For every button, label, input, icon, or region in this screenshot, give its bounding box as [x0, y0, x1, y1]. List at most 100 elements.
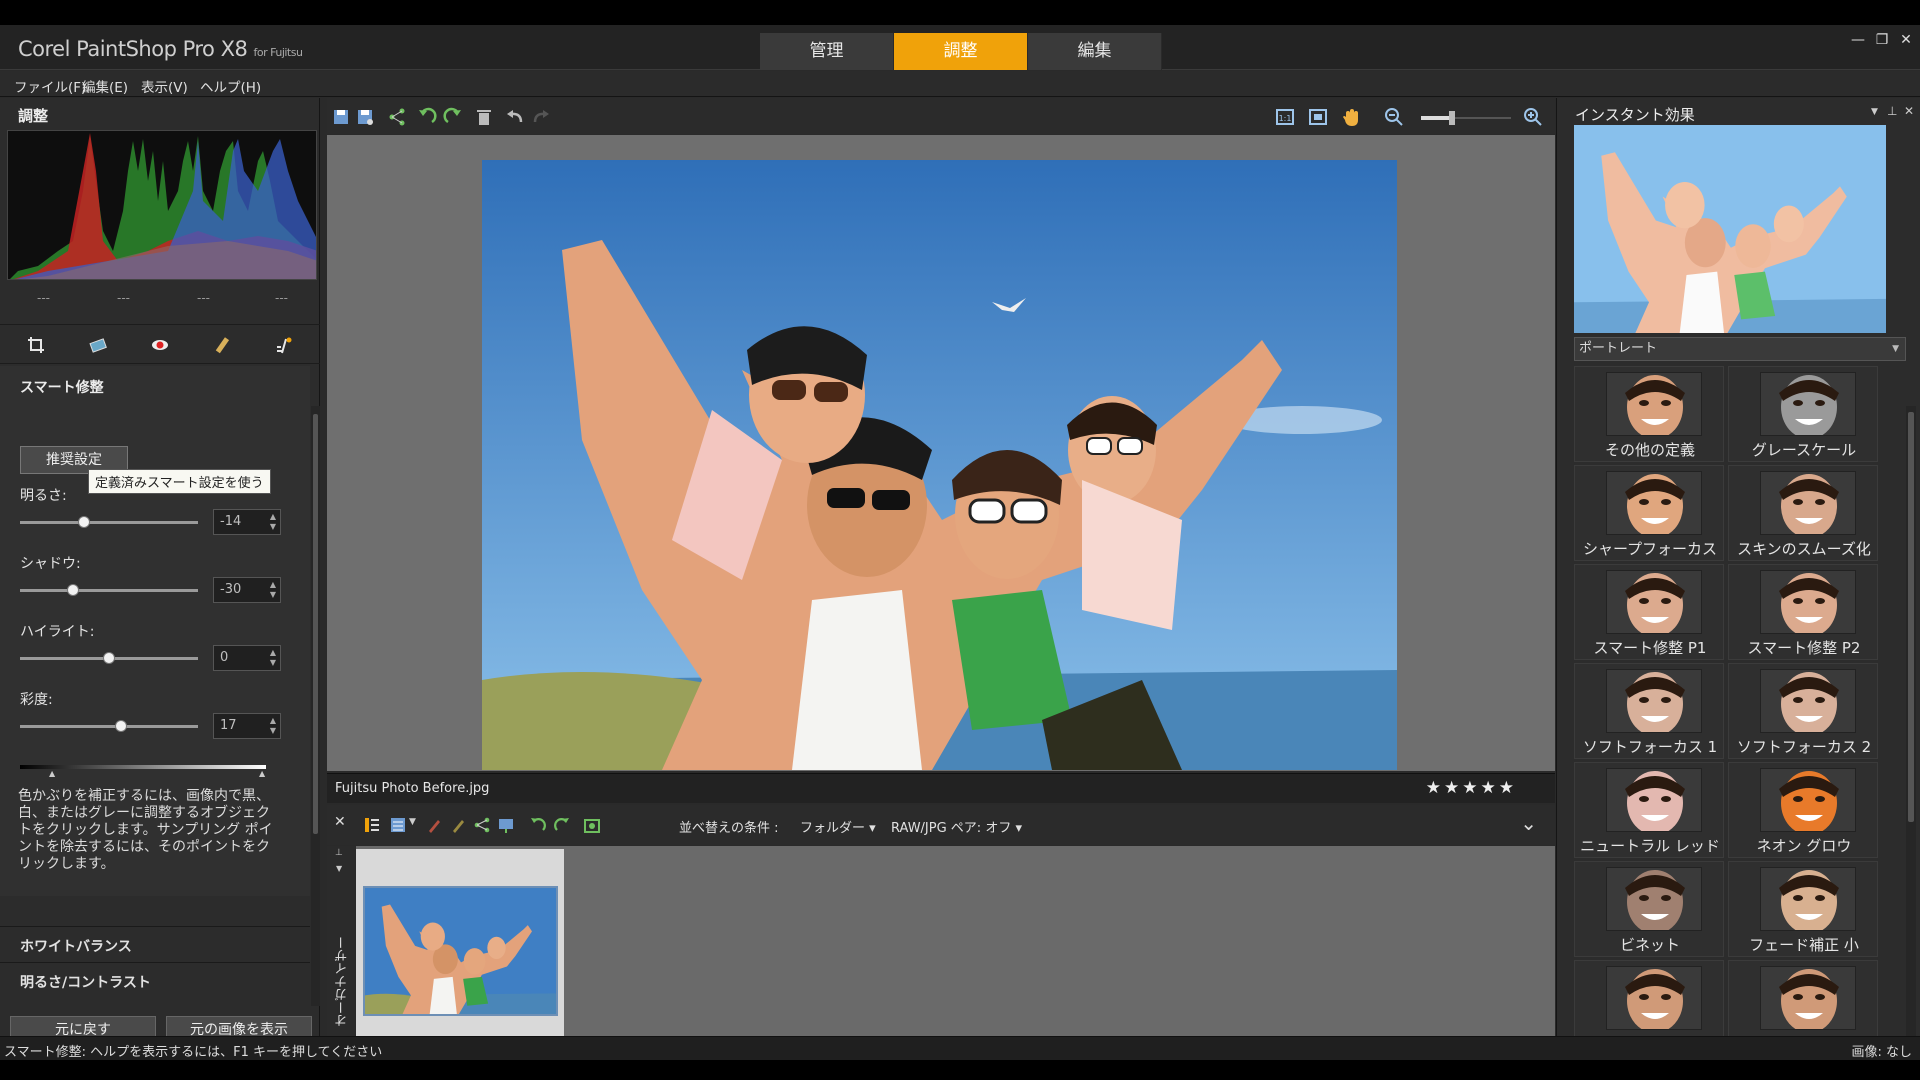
menu-file[interactable]: ファイル(F)	[14, 76, 86, 96]
red-brush-icon[interactable]	[425, 816, 443, 834]
pan-hand-icon[interactable]	[1341, 107, 1361, 127]
black-white-point-bar[interactable]	[20, 765, 266, 769]
raw-jpg-pair-dropdown[interactable]: RAW/JPG ペア: オフ ▾	[891, 817, 1022, 836]
effect-tile[interactable]: スキンのスムーズ化	[1728, 465, 1878, 561]
effect-tile[interactable]	[1728, 960, 1878, 1036]
main-photo[interactable]	[482, 160, 1397, 770]
rotate-right-icon[interactable]	[553, 816, 571, 834]
rotate-left-icon[interactable]	[529, 816, 547, 834]
dropdown-arrow-icon[interactable]: ▼	[336, 864, 342, 873]
spinner-icon[interactable]: ▲ ▼	[270, 512, 276, 532]
effect-category-select[interactable]: ポートレート ▼	[1574, 337, 1906, 361]
tab-edit[interactable]: 編集	[1028, 33, 1162, 70]
sort-dropdown[interactable]: フォルダー ▾	[800, 817, 876, 836]
image-canvas[interactable]	[327, 135, 1555, 771]
save-as-icon[interactable]	[355, 107, 375, 127]
brightness-slider[interactable]	[20, 516, 198, 528]
save-icon[interactable]	[331, 107, 351, 127]
adjust-panel: 調整 --- --- --- --- スマート修整 推奨設定 定義済みスマート設…	[0, 98, 320, 1036]
effect-tile[interactable]: ビネット	[1574, 861, 1724, 957]
effect-thumbnail	[1760, 372, 1856, 436]
thumbnail-view-icon[interactable]	[389, 816, 407, 834]
spinner-icon[interactable]: ▲ ▼	[270, 716, 276, 736]
photo-thumbnail[interactable]	[363, 886, 558, 1016]
capture-icon[interactable]	[583, 816, 601, 834]
share-icon[interactable]	[387, 107, 407, 127]
effect-tile[interactable]	[1574, 960, 1724, 1036]
restore-button[interactable]: ❐	[1870, 29, 1894, 51]
menu-view[interactable]: 表示(V)	[141, 76, 188, 96]
effects-scrollbar[interactable]	[1906, 406, 1916, 1036]
close-icon[interactable]: ✕	[334, 814, 346, 830]
shadow-input[interactable]: -30 ▲ ▼	[213, 577, 281, 603]
effect-tile[interactable]: スマート修整 P1	[1574, 564, 1724, 660]
close-icon[interactable]: ✕	[1904, 104, 1914, 118]
brightness-input[interactable]: -14 ▲ ▼	[213, 509, 281, 535]
red-eye-icon[interactable]	[149, 335, 171, 355]
redo-icon[interactable]	[531, 107, 551, 127]
share-icon[interactable]	[473, 816, 491, 834]
dropdown-arrow-icon[interactable]: ▼	[409, 817, 416, 827]
effect-tile[interactable]: ソフトフォーカス 2	[1728, 663, 1878, 759]
tab-adjust[interactable]: 調整	[894, 33, 1028, 70]
retouch-brush-icon[interactable]	[211, 335, 233, 355]
close-button[interactable]: ✕	[1894, 29, 1918, 51]
highlight-slider[interactable]	[20, 652, 198, 664]
effect-label: ニュートラル レッド	[1580, 837, 1720, 855]
section-brightness-contrast[interactable]: 明るさ/コントラスト	[0, 962, 310, 998]
zoom-out-icon[interactable]	[1384, 107, 1404, 127]
face-thumbnail	[1607, 670, 1701, 732]
effect-tile[interactable]: シャープフォーカス	[1574, 465, 1724, 561]
navigation-icon[interactable]	[363, 816, 381, 834]
face-thumbnail	[1607, 967, 1701, 1029]
menu-edit[interactable]: 編集(E)	[82, 76, 128, 96]
effect-thumbnail	[1760, 471, 1856, 535]
pin-icon[interactable]: ⊥	[1887, 104, 1897, 118]
crop-icon[interactable]	[25, 335, 47, 355]
saturation-slider[interactable]	[20, 720, 198, 732]
scroll-thumb[interactable]	[313, 414, 318, 834]
section-white-balance[interactable]: ホワイトバランス	[0, 926, 310, 962]
highlight-input[interactable]: 0 ▲ ▼	[213, 645, 281, 671]
tab-manage[interactable]: 管理	[760, 33, 894, 70]
rotate-left-icon[interactable]	[417, 107, 437, 127]
left-scrollbar[interactable]	[311, 406, 320, 1006]
fit-window-icon[interactable]	[1308, 107, 1328, 127]
straighten-icon[interactable]	[87, 335, 109, 355]
black-point-handle[interactable]: ▲	[49, 769, 55, 778]
zoom-slider-thumb[interactable]	[1449, 111, 1455, 125]
effect-tile[interactable]: その他の定義	[1574, 366, 1724, 462]
minimize-button[interactable]: —	[1846, 29, 1870, 51]
actual-size-icon[interactable]: 1:1	[1275, 107, 1295, 127]
effect-tile[interactable]: グレースケール	[1728, 366, 1878, 462]
saturation-input[interactable]: 17 ▲ ▼	[213, 713, 281, 739]
tag-brush-icon[interactable]	[449, 816, 467, 834]
slider-thumb[interactable]	[78, 516, 91, 528]
shadow-slider[interactable]	[20, 584, 198, 596]
effect-tile[interactable]: フェード補正 小	[1728, 861, 1878, 957]
tooltip: 定義済みスマート設定を使う	[88, 469, 271, 494]
face-thumbnail	[1761, 571, 1855, 633]
menu-help[interactable]: ヘルプ(H)	[200, 76, 261, 96]
panel-menu-icon[interactable]: ▼	[1871, 107, 1878, 117]
rotate-right-icon[interactable]	[443, 107, 463, 127]
slideshow-icon[interactable]	[497, 816, 515, 834]
thumbnail-cell[interactable]	[356, 849, 564, 1036]
white-point-handle[interactable]: ▲	[259, 769, 265, 778]
zoom-slider[interactable]	[1421, 111, 1511, 125]
effect-tile[interactable]: スマート修整 P2	[1728, 564, 1878, 660]
delete-icon[interactable]	[474, 107, 494, 127]
collapse-chevron-icon[interactable]: ⌄	[1520, 811, 1537, 835]
effect-tile[interactable]: ニュートラル レッド	[1574, 762, 1724, 858]
spinner-icon[interactable]: ▲ ▼	[270, 648, 276, 668]
scroll-thumb[interactable]	[1908, 412, 1914, 822]
effect-tile[interactable]: ネオン グロウ	[1728, 762, 1878, 858]
spinner-icon[interactable]: ▲ ▼	[270, 580, 276, 600]
depth-of-field-icon[interactable]	[273, 335, 295, 355]
effect-tile[interactable]: ソフトフォーカス 1	[1574, 663, 1724, 759]
rating-stars[interactable]: ★★★★★	[1426, 778, 1517, 798]
pin-icon[interactable]: ⊥	[335, 848, 343, 858]
slider-thumb[interactable]	[103, 652, 115, 664]
zoom-in-icon[interactable]	[1523, 107, 1543, 127]
undo-icon[interactable]	[505, 107, 525, 127]
